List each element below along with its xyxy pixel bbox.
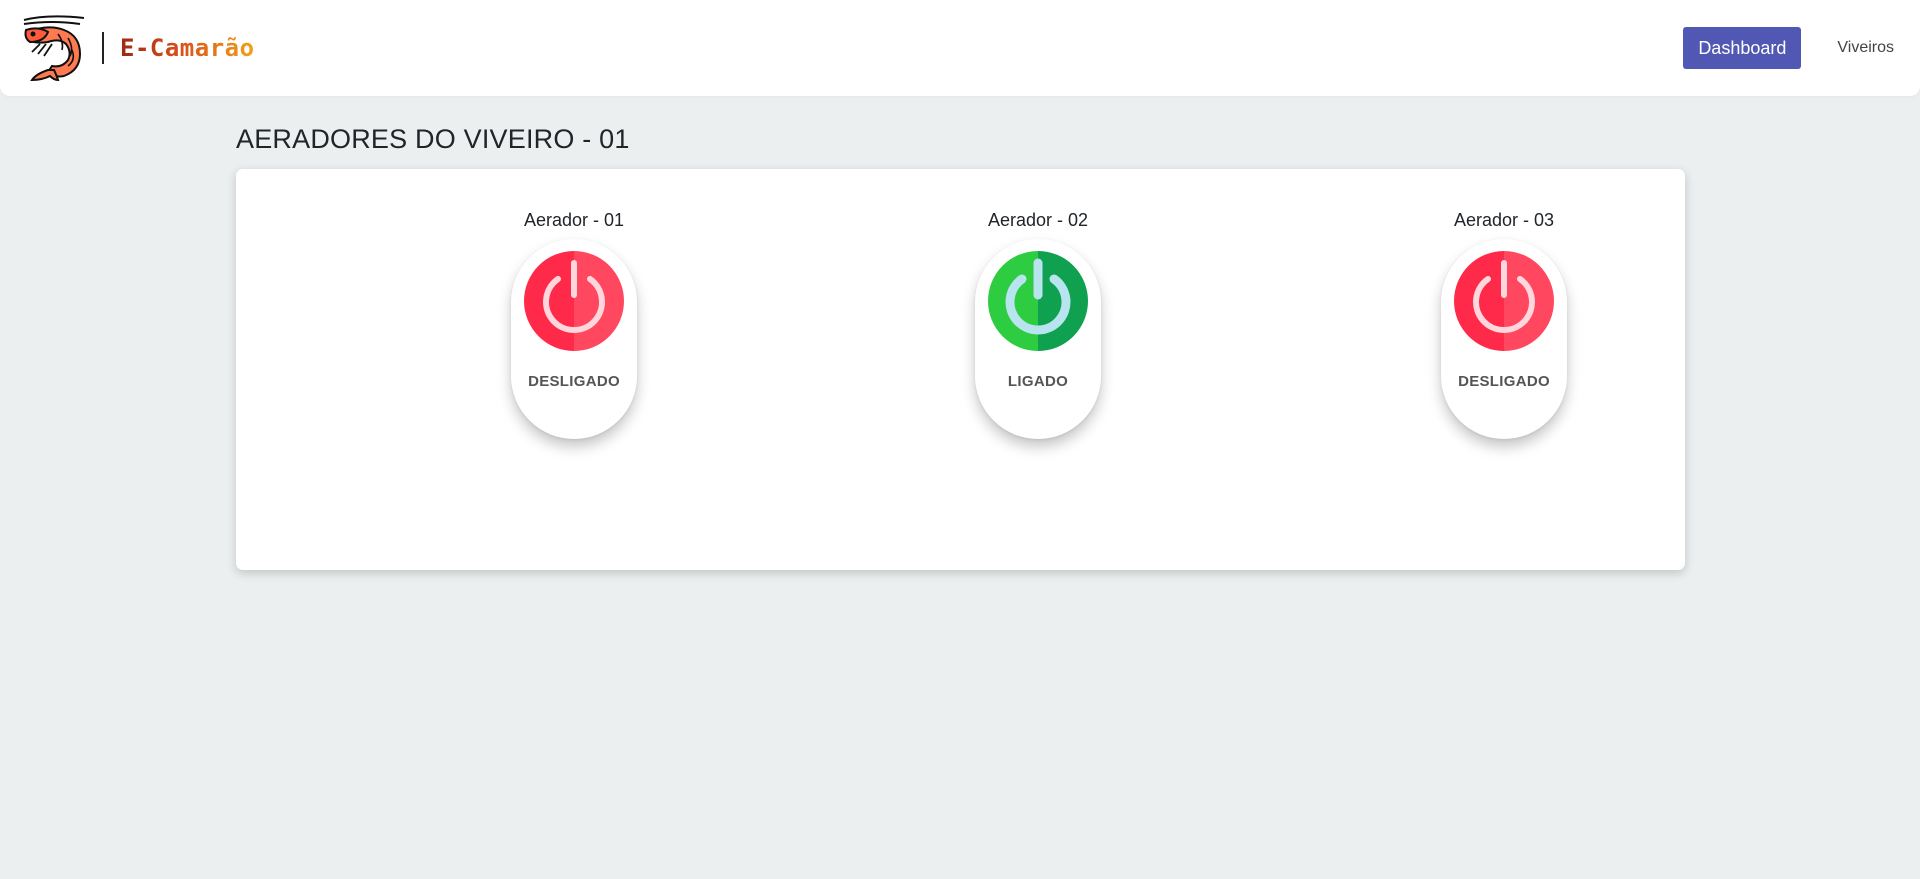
page-title: AERADORES DO VIVEIRO - 01 — [236, 124, 630, 154]
navbar: E-Camarão Dashboard Viveiros — [0, 0, 1920, 96]
dashboard-button[interactable]: Dashboard — [1683, 27, 1802, 69]
aerador-item: Aerador - 01 DESLIGADO — [494, 209, 654, 439]
aerador-toggle[interactable]: DESLIGADO — [1441, 239, 1567, 439]
aerador-toggle[interactable]: DESLIGADO — [511, 239, 637, 439]
status-label: DESLIGADO — [1458, 373, 1550, 390]
brand-divider — [102, 32, 104, 64]
power-icon — [988, 251, 1088, 351]
aerador-toggle[interactable]: LIGADO — [975, 239, 1101, 439]
aerador-title: Aerador - 03 — [1453, 210, 1555, 230]
status-label: DESLIGADO — [528, 373, 620, 390]
aerador-title: Aerador - 02 — [987, 210, 1089, 230]
aerador-item: Aerador - 02 LIGADO — [958, 209, 1118, 439]
aerador-title: Aerador - 01 — [523, 210, 625, 230]
status-label: LIGADO — [1007, 373, 1069, 390]
brand[interactable]: E-Camarão — [18, 14, 255, 82]
aeradores-card: Aerador - 01 DESLIGADO Aerador - 02 LIGA… — [236, 169, 1685, 570]
nav-links: Dashboard Viveiros — [1683, 27, 1920, 69]
power-icon — [1454, 251, 1554, 351]
brand-name: E-Camarão — [120, 34, 255, 62]
power-icon — [524, 251, 624, 351]
shrimp-icon — [23, 15, 85, 82]
viveiros-link[interactable]: Viveiros — [1837, 39, 1894, 57]
aerador-item: Aerador - 03 DESLIGADO — [1424, 209, 1584, 439]
